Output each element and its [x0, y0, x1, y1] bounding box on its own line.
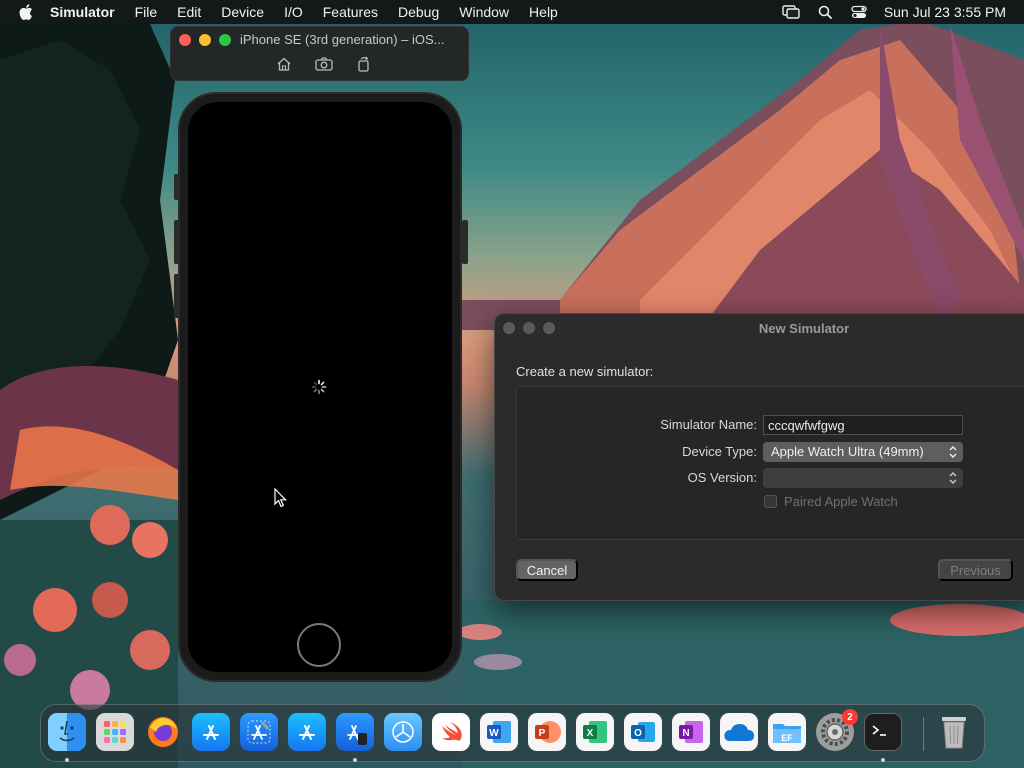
- finder-icon[interactable]: [48, 713, 86, 751]
- minimize-window-button[interactable]: [199, 34, 211, 46]
- screenshot-icon[interactable]: [314, 56, 334, 72]
- device-type-label: Device Type:: [682, 444, 757, 459]
- launchpad-icon[interactable]: [96, 713, 134, 751]
- simulator-toolbar-tools: [274, 56, 394, 72]
- os-version-popup[interactable]: [763, 468, 963, 488]
- microsoft-word-icon[interactable]: W: [480, 713, 518, 751]
- testflight-icon[interactable]: [384, 713, 422, 751]
- svg-text:N: N: [682, 728, 689, 739]
- mute-switch[interactable]: [174, 174, 180, 200]
- menu-features[interactable]: Features: [323, 4, 378, 20]
- mouse-cursor-icon: [274, 487, 288, 508]
- swift-playgrounds-icon[interactable]: [432, 713, 470, 751]
- os-version-label: OS Version:: [687, 470, 757, 485]
- simulator-app-icon[interactable]: [336, 713, 374, 751]
- screen-mirroring-icon[interactable]: [782, 3, 800, 21]
- close-window-button[interactable]: [179, 34, 191, 46]
- new-simulator-dialog: New Simulator Create a new simulator: Si…: [494, 313, 1024, 601]
- control-center-icon[interactable]: [850, 3, 868, 21]
- popup-chevron-icon: [948, 444, 958, 460]
- svg-text:EF: EF: [781, 733, 793, 743]
- svg-text:X: X: [587, 728, 594, 739]
- device-type-value: Apple Watch Ultra (49mm): [771, 444, 924, 459]
- volume-up-button[interactable]: [174, 220, 180, 264]
- simulator-running-indicator: [353, 758, 357, 762]
- previous-button[interactable]: Previous: [938, 559, 1013, 581]
- menu-debug[interactable]: Debug: [398, 4, 439, 20]
- menu-edit[interactable]: Edit: [177, 4, 201, 20]
- simulator-form: [516, 386, 1024, 540]
- spotlight-search-icon[interactable]: [816, 3, 834, 21]
- firefox-icon[interactable]: [144, 713, 182, 751]
- onedrive-icon[interactable]: [720, 713, 758, 751]
- rotate-icon[interactable]: [354, 56, 374, 72]
- settings-notification-badge: 2: [842, 709, 858, 725]
- volume-down-button[interactable]: [174, 274, 180, 318]
- dock-separator: [923, 717, 924, 751]
- system-settings-icon[interactable]: 2: [816, 709, 858, 751]
- menu-device[interactable]: Device: [221, 4, 264, 20]
- microsoft-outlook-icon[interactable]: O: [624, 713, 662, 751]
- terminal-icon[interactable]: [864, 713, 902, 751]
- trash-icon[interactable]: [935, 713, 973, 751]
- file-explorer-icon[interactable]: EF: [768, 713, 806, 751]
- cancel-button[interactable]: Cancel: [516, 559, 578, 581]
- dialog-title: New Simulator: [758, 321, 850, 336]
- device-type-popup[interactable]: Apple Watch Ultra (49mm): [763, 442, 963, 462]
- svg-text:P: P: [539, 728, 546, 739]
- loading-spinner-icon: [311, 379, 327, 395]
- popup-chevron-icon: [948, 470, 958, 486]
- menu-window[interactable]: Window: [459, 4, 509, 20]
- menu-help[interactable]: Help: [529, 4, 558, 20]
- zoom-window-button[interactable]: [219, 34, 231, 46]
- microsoft-excel-icon[interactable]: X: [576, 713, 614, 751]
- app-store-icon[interactable]: [192, 713, 230, 751]
- home-button[interactable]: [297, 623, 341, 667]
- svg-text:W: W: [489, 728, 499, 739]
- paired-watch-row: Paired Apple Watch: [764, 494, 898, 509]
- paired-apple-watch-label: Paired Apple Watch: [784, 494, 898, 509]
- menu-bar-clock[interactable]: Sun Jul 23 3:55 PM: [884, 4, 1006, 20]
- home-icon[interactable]: [274, 56, 294, 72]
- microsoft-onenote-icon[interactable]: N: [672, 713, 710, 751]
- menu-io[interactable]: I/O: [284, 4, 303, 20]
- svg-text:O: O: [634, 728, 642, 739]
- power-button[interactable]: [462, 220, 468, 264]
- dialog-heading: Create a new simulator:: [516, 364, 654, 379]
- app-store-secondary-icon[interactable]: [288, 713, 326, 751]
- apple-logo-icon[interactable]: [16, 2, 36, 22]
- menu-bar-status: Sun Jul 23 3:55 PM: [766, 0, 1006, 24]
- finder-running-indicator: [65, 758, 69, 762]
- menu-app-simulator[interactable]: Simulator: [50, 4, 115, 20]
- menu-bar: Simulator File Edit Device I/O Features …: [0, 0, 1024, 24]
- menu-file[interactable]: File: [135, 4, 158, 20]
- simulator-name-label: Simulator Name:: [660, 417, 757, 432]
- simulator-window-title: iPhone SE (3rd generation) – iOS...: [240, 32, 445, 47]
- terminal-running-indicator: [881, 758, 885, 762]
- xcode-icon[interactable]: [240, 713, 278, 751]
- paired-apple-watch-checkbox[interactable]: [764, 495, 777, 508]
- dock: W P X O N EF 2: [40, 704, 985, 762]
- window-controls: [179, 34, 239, 46]
- microsoft-powerpoint-icon[interactable]: P: [528, 713, 566, 751]
- simulator-name-input[interactable]: [763, 415, 963, 435]
- simulator-window-titlebar: iPhone SE (3rd generation) – iOS...: [170, 26, 469, 81]
